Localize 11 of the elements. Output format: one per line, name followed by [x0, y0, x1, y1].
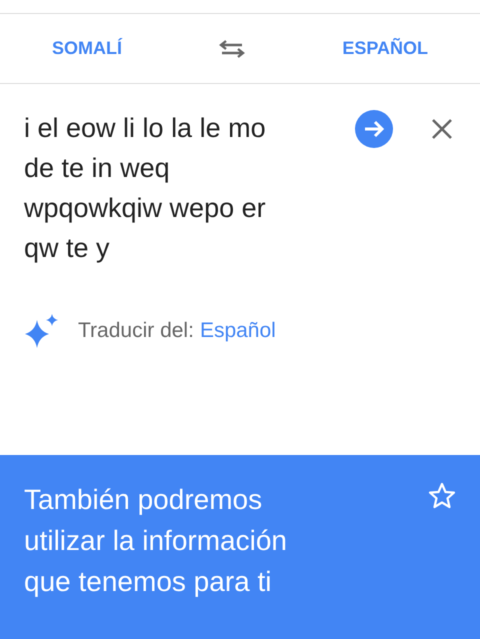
language-link[interactable]: Español: [200, 319, 276, 343]
star-icon[interactable]: [428, 482, 456, 509]
source-language-button[interactable]: SOMALÍ: [52, 32, 122, 65]
input-field[interactable]: i el eow li lo la le mo de te in weq wpqowkqiw wepo er qw te y: [24, 108, 289, 268]
translate-arrow-button[interactable]: [355, 110, 393, 148]
target-language-button[interactable]: ESPAÑOL: [342, 32, 428, 65]
swap-icon[interactable]: [218, 38, 246, 58]
suggestion-label: Traducir del:: [78, 319, 194, 343]
close-icon[interactable]: [431, 118, 453, 140]
sparkle-icon: [24, 314, 60, 348]
translation-text: También podremos utilizar la información que tenemos para ti: [24, 483, 288, 599]
